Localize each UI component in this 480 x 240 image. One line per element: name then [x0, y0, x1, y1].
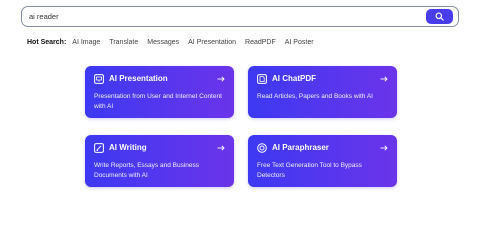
hot-search-item-ai-poster[interactable]: AI Poster: [285, 39, 314, 46]
card-description: Write Reports, Essays and Business Docum…: [94, 162, 200, 179]
arrow-right-icon: [217, 74, 225, 84]
writing-icon: [94, 143, 104, 153]
arrow-right-icon: [217, 143, 225, 153]
card-title: AI ChatPDF: [272, 74, 316, 83]
arrow-right-icon: [380, 143, 388, 153]
card-ai-chatpdf[interactable]: AI ChatPDF Read Articles, Papers and Boo…: [248, 66, 397, 118]
chat-pdf-icon: [257, 74, 267, 84]
hot-search-item-ai-presentation[interactable]: AI Presentation: [188, 39, 236, 46]
paraphraser-icon: [257, 143, 267, 153]
hot-search-item-translate[interactable]: Translate: [109, 39, 138, 46]
card-ai-paraphraser[interactable]: AI Paraphraser Free Text Generation Tool…: [248, 135, 397, 187]
card-description: Read Articles, Papers and Books with AI: [257, 93, 373, 100]
card-title: AI Paraphraser: [272, 143, 329, 152]
hot-search-item-readpdf[interactable]: ReadPDF: [245, 39, 276, 46]
hot-search-row: Hot Search: AI Image Translate Messages …: [27, 37, 323, 47]
card-ai-presentation[interactable]: AI Presentation Presentation from User a…: [85, 66, 234, 118]
card-title: AI Presentation: [109, 74, 168, 83]
card-description: Free Text Generation Tool to Bypass Dete…: [257, 162, 362, 179]
hot-search-item-ai-image[interactable]: AI Image: [72, 39, 100, 46]
presentation-icon: [94, 74, 104, 84]
card-title: AI Writing: [109, 143, 147, 152]
search-icon: [435, 12, 444, 21]
card-description: Presentation from User and Internet Cont…: [94, 93, 222, 110]
card-ai-writing[interactable]: AI Writing Write Reports, Essays and Bus…: [85, 135, 234, 187]
hot-search-label: Hot Search:: [27, 38, 67, 46]
search-input[interactable]: [22, 7, 422, 26]
arrow-right-icon: [380, 74, 388, 84]
search-button[interactable]: [426, 9, 453, 24]
search-bar: [21, 6, 459, 27]
hot-search-item-messages[interactable]: Messages: [147, 39, 179, 46]
